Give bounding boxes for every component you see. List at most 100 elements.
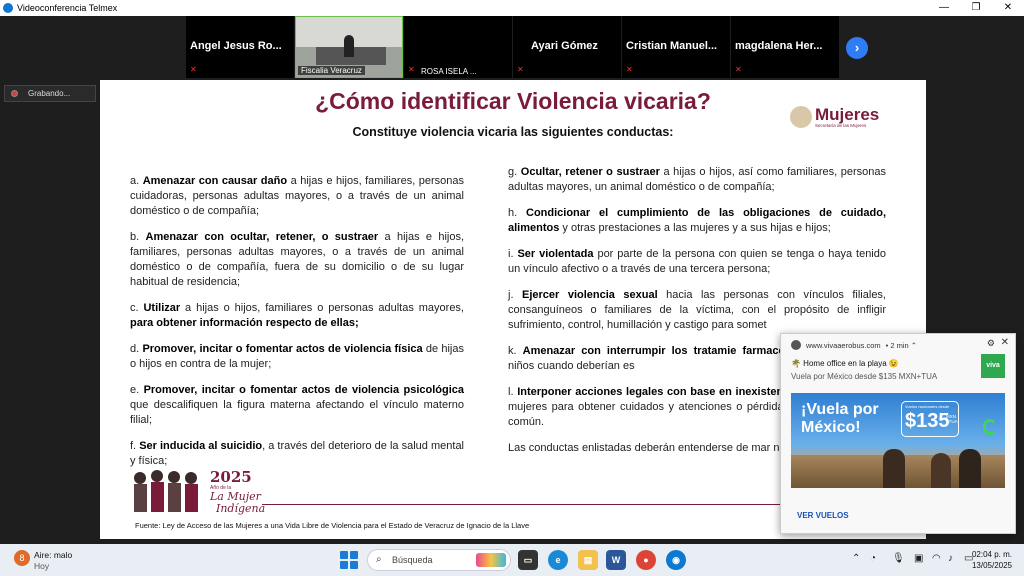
mic-muted-icon: ✕ <box>190 65 197 74</box>
chevron-up-icon[interactable]: ⌃ <box>852 553 860 564</box>
participant-tile[interactable]: magdalena Her... ✕ <box>731 16 839 78</box>
search-icon: ⌕ <box>376 554 382 565</box>
task-view-icon[interactable]: ▭ <box>518 550 538 570</box>
left-column: a. Amenazar con causar daño a hijas e hi… <box>130 174 464 480</box>
taskbar-search[interactable]: ⌕ Búsqueda <box>367 549 511 571</box>
item-bold: Amenazar con interrumpir los tratamie fa… <box>522 345 824 357</box>
item-pre: a. <box>130 175 143 187</box>
participant-tile[interactable]: Angel Jesus Ro... ✕ <box>186 16 294 78</box>
participant-name: Cristian Manuel... <box>626 40 718 52</box>
clock-date: 13/05/2025 <box>971 561 1012 570</box>
logo-text: Mujeres <box>815 104 880 124</box>
system-tray: ⌃ ◔ 🎙 ▣ ◠ ♪ ▭ 02:04 p. m. 13/05/2025 <box>844 544 1024 576</box>
item-bold: Amenazar con ocultar, retener, o sustrae… <box>145 231 379 243</box>
participant-name: magdalena Her... <box>735 40 823 52</box>
slide-source: Fuente: Ley de Acceso de las Mujeres a u… <box>135 521 530 530</box>
conduct-item: e. Promover, incitar o fomentar actos de… <box>130 383 464 428</box>
wifi-icon[interactable]: ◠ <box>932 553 941 564</box>
telmex-app-icon[interactable]: ◉ <box>666 550 686 570</box>
mic-muted-icon: ✕ <box>517 65 524 74</box>
site-favicon-icon <box>791 340 801 350</box>
item-bold: Ser violentada <box>517 248 594 260</box>
mic-muted-icon: ✕ <box>626 65 633 74</box>
participant-tile[interactable]: ✕ ROSA ISELA ... <box>404 16 512 78</box>
close-icon[interactable]: ✕ <box>1001 337 1009 348</box>
word-icon[interactable]: W <box>606 550 626 570</box>
next-participants-button[interactable]: › <box>846 37 868 59</box>
start-button[interactable] <box>340 551 358 569</box>
app-icon <box>3 3 13 13</box>
taskbar: 8 Aire: malo Hoy ⌕ Búsqueda ▭ e ▤ W ● ◉ … <box>0 544 1024 576</box>
participant-caption: ROSA ISELA ... <box>418 67 480 76</box>
participant-strip: Angel Jesus Ro... ✕ Fiscalia Veracruz ✕ … <box>186 16 846 78</box>
item-pre: l. <box>508 386 518 398</box>
year-logo: 2025 Año de la La Mujer Indígena <box>130 462 266 515</box>
minimize-button[interactable]: — <box>928 0 960 16</box>
ad-price-box: Vuelos nacionales desde $135 MXN +TUA <box>901 401 959 437</box>
weather-sub: Hoy <box>34 561 50 571</box>
mic-muted-icon: ✕ <box>735 65 742 74</box>
item-bold: Interponer acciones legales con base en … <box>517 386 800 398</box>
air-quality-icon: 8 <box>14 550 30 566</box>
maximize-button[interactable]: ❐ <box>960 0 992 16</box>
ad-price-unit: MXN +TUA <box>946 414 958 424</box>
item-bold: Amenazar con causar daño <box>142 175 288 187</box>
item-pre: b. <box>130 231 146 243</box>
seal-icon <box>790 106 812 128</box>
mujeres-logo: Mujeres Secretaría de las Mujeres <box>790 106 879 128</box>
window-title: Videoconferencia Telmex <box>17 3 118 13</box>
item-bold: Ser inducida al suicidio <box>139 440 263 452</box>
participant-caption: Fiscalia Veracruz <box>298 66 365 75</box>
speaker-icon[interactable]: ♪ <box>948 553 953 564</box>
year-text: 2025 <box>210 468 252 486</box>
item-bold: Utilizar <box>143 302 181 314</box>
item-bold: Ejercer violencia sexual <box>522 289 658 301</box>
participant-tile[interactable]: Cristian Manuel... ✕ <box>622 16 730 78</box>
weather-title: Aire: malo <box>34 550 73 560</box>
item-pre: d. <box>130 343 143 355</box>
conduct-item: g. Ocultar, retener o sustraer a hijas o… <box>508 165 886 195</box>
ad-price-label: Vuelos nacionales desde <box>905 404 950 409</box>
recording-label: Grabando... <box>28 89 71 98</box>
participant-tile[interactable]: Ayari Gómez ✕ <box>513 16 621 78</box>
person-figure <box>931 453 951 488</box>
women-figures-icon <box>134 470 198 512</box>
recording-indicator: Grabando... <box>4 85 96 102</box>
notification-ad-image[interactable]: ¡Vuela por México! Vuelos nacionales des… <box>791 393 1005 488</box>
see-flights-link[interactable]: VER VUELOS <box>797 511 849 520</box>
item-rest: a hijas o hijos, familiares o personas a… <box>180 302 464 314</box>
year-line4: Indígena <box>216 502 266 515</box>
camera-icon[interactable]: ▣ <box>914 553 923 564</box>
item-pre: h. <box>508 207 526 219</box>
gear-icon[interactable]: ⚙ <box>987 338 995 349</box>
sync-icon[interactable]: ◔ <box>870 553 876 564</box>
notification-site: www.vivaaerobus.com <box>806 340 881 350</box>
ad-headline: ¡Vuela por México! <box>801 401 879 436</box>
file-explorer-icon[interactable]: ▤ <box>578 550 598 570</box>
conduct-item: j. Ejercer violencia sexual hacia las pe… <box>508 288 886 333</box>
clock-time: 02:04 p. m. <box>971 550 1012 559</box>
participant-tile-active[interactable]: Fiscalia Veracruz <box>295 16 403 78</box>
notification-time: • 2 min ⌃ <box>885 340 918 350</box>
item-bold: Promover, incitar o fomentar actos de vi… <box>142 343 423 355</box>
conduct-item: d. Promover, incitar o fomentar actos de… <box>130 342 464 372</box>
viva-logo: viva <box>981 354 1005 378</box>
item-rest: que descalifiquen la figura materna afec… <box>130 399 464 426</box>
notification-header: www.vivaaerobus.com • 2 min ⌃ <box>791 340 917 350</box>
clock[interactable]: 02:04 p. m. 13/05/2025 <box>972 549 1012 571</box>
close-button[interactable]: ✕ <box>992 0 1024 16</box>
weather-widget[interactable]: 8 Aire: malo Hoy <box>14 548 104 572</box>
browser-notification[interactable]: www.vivaaerobus.com • 2 min ⌃ ⚙ ✕ 🌴 Home… <box>780 333 1016 534</box>
search-placeholder: Búsqueda <box>392 555 433 565</box>
item-bold: Promover, incitar o fomentar actos de vi… <box>143 384 464 396</box>
mic-muted-icon: ✕ <box>408 65 415 74</box>
edge-icon[interactable]: e <box>548 550 568 570</box>
conduct-item: a. Amenazar con causar daño a hijas e hi… <box>130 174 464 219</box>
app-window: Videoconferencia Telmex — ❐ ✕ Angel Jesu… <box>0 0 1024 544</box>
microphone-icon[interactable]: 🎙 <box>892 553 905 564</box>
item-pre: c. <box>130 302 144 314</box>
conduct-item: b. Amenazar con ocultar, retener, o sust… <box>130 230 464 290</box>
chrome-icon[interactable]: ● <box>636 550 656 570</box>
participant-name: Angel Jesus Ro... <box>190 40 282 52</box>
brand-hook-icon <box>983 419 997 435</box>
